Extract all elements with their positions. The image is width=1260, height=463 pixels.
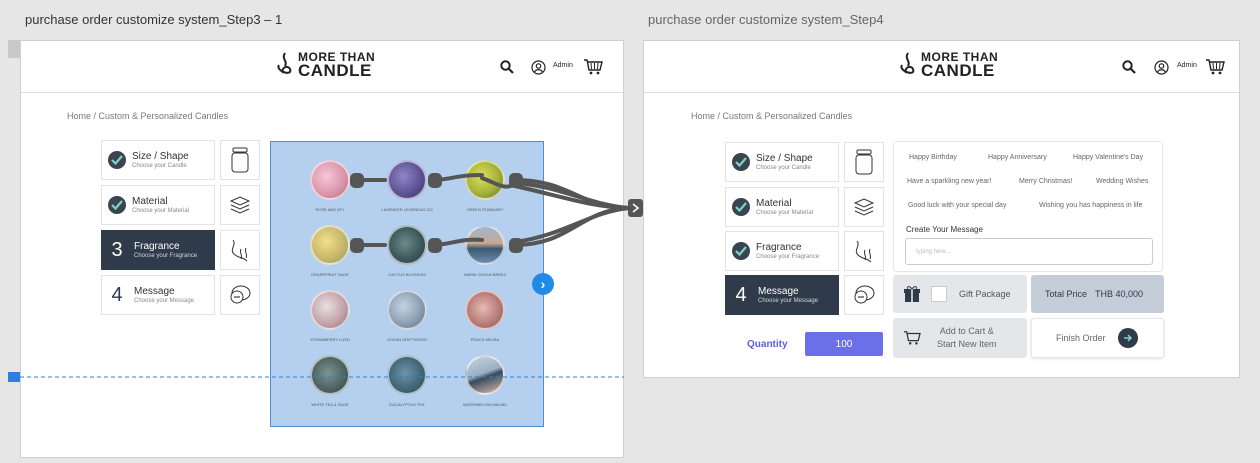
total-price-label: Total Price bbox=[1045, 289, 1088, 299]
create-message-label: Create Your Message bbox=[906, 225, 983, 234]
cart-icon[interactable] bbox=[1205, 57, 1225, 77]
candle-logo-icon bbox=[900, 52, 915, 74]
step-subtitle: Choose your Candle bbox=[756, 164, 811, 171]
check-icon bbox=[732, 198, 750, 216]
check-icon bbox=[732, 242, 750, 260]
step-size-shape[interactable]: Size / Shape Choose your Candle bbox=[725, 142, 839, 182]
step-fragrance[interactable]: Fragrance Choose your Fragrance bbox=[725, 231, 839, 271]
layers-icon bbox=[844, 187, 884, 227]
step-title: Message bbox=[758, 285, 799, 297]
finish-order-label: Finish Order bbox=[1056, 333, 1106, 343]
add-to-cart-label: Add to Cart & Start New Item bbox=[937, 326, 997, 349]
message-tag[interactable]: Good luck with your special day bbox=[908, 202, 1006, 209]
arrow-right-icon bbox=[1117, 328, 1138, 348]
step-number: 4 bbox=[735, 283, 747, 306]
step-subtitle: Choose your Material bbox=[756, 209, 814, 216]
add-to-cart-button[interactable]: Add to Cart & Start New Item bbox=[893, 318, 1027, 358]
message-tag[interactable]: Wishing you has happiness in life bbox=[1039, 202, 1143, 209]
message-tag[interactable]: Happy Birthday bbox=[909, 154, 957, 161]
message-tag[interactable]: Have a sparkling new year! bbox=[907, 178, 991, 185]
step-title: Size / Shape bbox=[756, 152, 813, 164]
search-icon[interactable] bbox=[1121, 59, 1137, 75]
header-divider bbox=[644, 92, 1239, 93]
message-input[interactable]: typing here... bbox=[905, 238, 1153, 265]
gift-package-option[interactable]: Gift Package bbox=[893, 275, 1027, 313]
breadcrumb[interactable]: Home / Custom & Personalized Candles bbox=[691, 111, 852, 121]
gift-checkbox[interactable] bbox=[931, 286, 947, 302]
scent-icon bbox=[844, 231, 884, 271]
quantity-label: Quantity bbox=[747, 339, 788, 350]
step-material[interactable]: Material Choose your Material bbox=[725, 187, 839, 227]
message-tag[interactable]: Merry Christmas! bbox=[1019, 178, 1072, 185]
step-subtitle: Choose your Message bbox=[758, 297, 819, 304]
user-icon[interactable] bbox=[1153, 59, 1169, 75]
message-tag[interactable]: Happy Anniversary bbox=[988, 154, 1047, 161]
artboard-step4: MORE THAN CANDLE Admin Home / Custom & Pe… bbox=[643, 40, 1240, 378]
brand-logo[interactable]: MORE THAN CANDLE bbox=[899, 51, 998, 80]
admin-label[interactable]: Admin bbox=[1177, 62, 1197, 69]
step-title: Fragrance bbox=[756, 241, 802, 253]
step-subtitle: Choose your Fragrance bbox=[756, 253, 820, 260]
brand-line2: CANDLE bbox=[921, 61, 995, 80]
total-price-value: THB 40,000 bbox=[1095, 289, 1144, 299]
gift-label: Gift Package bbox=[959, 289, 1011, 299]
total-price-box: Total Price THB 40,000 bbox=[1031, 275, 1164, 313]
step-title: Material bbox=[756, 197, 792, 209]
finish-order-button[interactable]: Finish Order bbox=[1031, 318, 1164, 358]
message-tag[interactable]: Happy Valentine's Day bbox=[1073, 154, 1143, 161]
quantity-input[interactable]: 100 bbox=[805, 332, 883, 356]
cart-icon bbox=[904, 331, 921, 345]
jar-icon bbox=[844, 142, 884, 182]
gift-icon bbox=[904, 286, 920, 302]
chat-icon bbox=[844, 275, 884, 315]
message-tag[interactable]: Wedding Wishes bbox=[1096, 178, 1148, 185]
step-message[interactable]: 4 Message Choose your Message bbox=[725, 275, 839, 315]
check-icon bbox=[732, 153, 750, 171]
